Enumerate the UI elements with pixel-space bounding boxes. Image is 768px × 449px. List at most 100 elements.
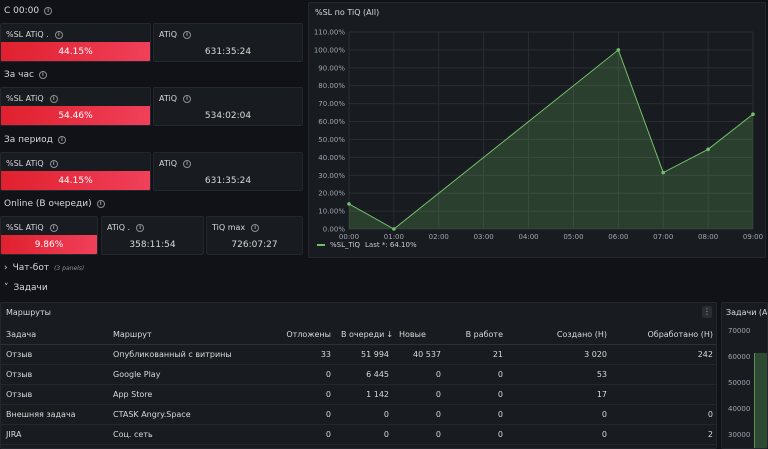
info-icon[interactable]: i <box>38 71 47 79</box>
stat-panel-atiq-period[interactable]: ATiQ i 631:35:24 <box>153 152 303 191</box>
mini-axis-tick: 40000 <box>728 405 751 413</box>
section-label-text: За период <box>4 135 53 145</box>
info-icon[interactable]: i <box>183 30 192 39</box>
stat-panel-sl-atiq-last-hour[interactable]: %SL ATiQ i 54.46% <box>0 87 151 126</box>
data-point <box>706 147 710 152</box>
stat-panel-atiq-since-midnight[interactable]: ATiQ i 631:35:24 <box>153 23 303 62</box>
x-tick-label: 03:00 <box>474 233 494 241</box>
column-header-processed[interactable]: Обработано (Н) <box>612 325 716 345</box>
stat-panel-sl-atiq-online[interactable]: %SL ATiQ i 9.86% <box>0 216 98 255</box>
row-header-chatbot[interactable]: › Чат-бот (3 panels) <box>4 263 84 273</box>
table-row: Внешняя задача CTASK Angry.Space 0 0 0 0… <box>1 404 716 425</box>
panel-title: ATiQ <box>159 30 178 39</box>
table-row: Отзыв Google Play 0 6 445 0 0 53 <box>1 364 716 385</box>
stat-panel-atiq-last-hour[interactable]: ATiQ i 534:02:04 <box>153 87 303 126</box>
column-header-in-work[interactable]: В работе <box>446 325 508 345</box>
cell-route: Google Play <box>108 364 266 385</box>
info-icon[interactable]: i <box>49 159 58 168</box>
section-label-period: За период i <box>4 135 66 145</box>
stat-panel-sl-atiq-since-midnight[interactable]: %SL ATiQ . i 44.15% <box>0 23 151 62</box>
x-tick-label: 04:00 <box>518 233 538 241</box>
column-header-created[interactable]: Создано (Н) <box>508 325 612 345</box>
cell-postponed: 0 <box>266 364 336 385</box>
mini-axis-tick: 60000 <box>728 353 751 361</box>
chevron-down-icon: ˅ <box>4 283 9 293</box>
chart-panel-sl-by-tiq[interactable]: %SL по TiQ (All) 0.00% 10.00% 20.00% 30.00%… <box>308 2 766 258</box>
cell-route: CTASK Angry.Space <box>108 404 266 425</box>
data-point <box>661 170 666 175</box>
stat-panel-atiq-online[interactable]: ATiQ . i 358:11:54 <box>101 216 204 255</box>
panel-title: Задачи (All) <box>726 308 768 317</box>
cell-new: 0 <box>394 384 446 405</box>
sort-desc-icon: ↓ <box>386 329 394 339</box>
mini-axis-tick: 50000 <box>728 379 751 387</box>
info-icon[interactable]: i <box>49 94 58 103</box>
cell-in-work: 0 <box>446 364 508 385</box>
column-header-new[interactable]: Новые <box>394 325 446 345</box>
y-tick-label: 20.00% <box>318 190 345 198</box>
stat-panel-tiq-max-online[interactable]: TiQ max i 726:07:27 <box>206 216 303 255</box>
chevron-right-icon: › <box>4 263 8 273</box>
info-icon[interactable]: i <box>183 94 192 103</box>
section-label-since-midnight: С 00:00 i <box>4 6 53 16</box>
cell-in-queue: 0 <box>336 424 394 445</box>
cell-task: Отзыв <box>1 364 108 385</box>
panel-menu-icon[interactable]: ⋮ <box>702 306 712 318</box>
cell-created: 0 <box>508 424 612 445</box>
stat-value: 726:07:27 <box>231 239 278 250</box>
cell-in-queue: 0 <box>336 404 394 425</box>
x-tick-label: 06:00 <box>608 233 628 241</box>
row-header-title: Чат-бот <box>12 263 50 273</box>
y-tick-label: 80.00% <box>318 82 345 90</box>
y-tick-label: 100.00% <box>314 46 345 54</box>
column-header-postponed[interactable]: Отложены <box>266 325 336 345</box>
cell-in-work: 0 <box>446 384 508 405</box>
info-icon[interactable]: i <box>96 200 105 208</box>
cell-task: Отзыв <box>1 384 108 405</box>
table-row: Отзыв Опубликованный с витрины 33 51 994… <box>1 344 716 365</box>
table-row: Отзыв App Store 0 1 142 0 0 17 <box>1 384 716 405</box>
info-icon[interactable]: i <box>44 7 53 15</box>
y-tick-label: 70.00% <box>318 100 345 108</box>
info-icon[interactable]: i <box>54 30 63 39</box>
y-tick-label: 10.00% <box>318 208 345 216</box>
panel-title: %SL ATiQ . <box>6 30 49 39</box>
cell-task: Отзыв <box>1 344 108 365</box>
column-header-task[interactable]: Задача <box>1 325 108 345</box>
column-header-route[interactable]: Маршрут <box>108 325 266 345</box>
stat-value: 358:11:54 <box>129 239 176 250</box>
sl-tiq-chart[interactable]: 0.00%10.00%20.00%30.00%40.00%50.00%60.00… <box>309 3 766 258</box>
panel-title: ATiQ <box>159 159 178 168</box>
data-point <box>392 227 396 231</box>
cell-created: 3 020 <box>508 344 612 365</box>
chart-legend[interactable]: %SL_TiQ Last *: 64.10% <box>317 241 417 249</box>
cell-task: Внешняя задача <box>1 404 108 425</box>
cell-processed: 2 <box>612 424 716 445</box>
legend-last-value: Last *: 64.10% <box>365 241 417 249</box>
cell-processed <box>612 384 716 405</box>
tasks-mini-chart-panel[interactable]: Задачи (All) 70000 60000 50000 40000 300… <box>721 302 768 449</box>
section-label-text: С 00:00 <box>4 6 40 16</box>
routes-table: Задача Маршрут Отложены В очереди ↓ Новые… <box>1 325 716 445</box>
stat-panel-sl-atiq-period[interactable]: %SL ATiQ i 44.15% <box>0 152 151 191</box>
x-tick-label: 07:00 <box>653 233 673 241</box>
info-icon[interactable]: i <box>183 159 192 168</box>
x-tick-label: 01:00 <box>384 233 404 241</box>
cell-in-work: 0 <box>446 404 508 425</box>
info-icon[interactable]: i <box>57 136 66 144</box>
row-header-tasks[interactable]: ˅ Задачи <box>4 283 48 293</box>
stat-value: 631:35:24 <box>204 46 252 57</box>
info-icon[interactable]: i <box>251 223 260 232</box>
row-header-title: Задачи <box>13 283 48 293</box>
info-icon[interactable]: i <box>49 223 58 232</box>
cell-postponed: 0 <box>266 384 336 405</box>
cell-created: 0 <box>508 404 612 425</box>
routes-table-panel[interactable]: Маршруты ⋮ Задача Маршрут Отложены В оче… <box>0 302 717 449</box>
column-header-in-queue[interactable]: В очереди ↓ <box>336 325 394 345</box>
data-point <box>616 48 621 52</box>
y-tick-label: 110.00% <box>314 29 345 37</box>
cell-new: 40 537 <box>394 344 446 365</box>
info-icon[interactable]: i <box>136 223 145 232</box>
x-tick-label: 00:00 <box>339 233 359 241</box>
panel-title: ATiQ . <box>107 223 131 232</box>
